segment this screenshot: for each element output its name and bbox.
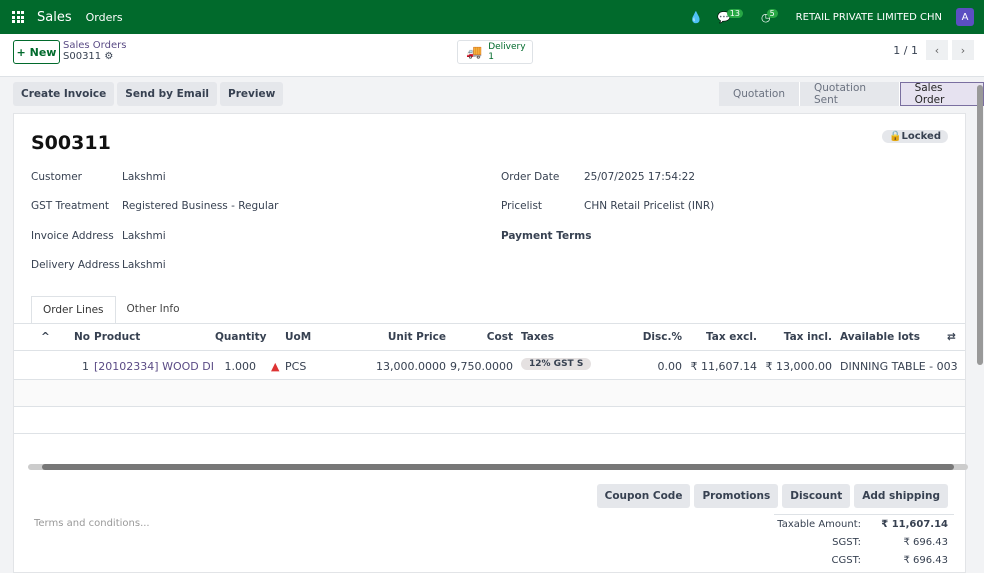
preview-button[interactable]: Preview <box>220 82 284 106</box>
chat-count: 13 <box>726 8 743 18</box>
cell-unit-price[interactable]: 13,000.0000 <box>376 360 446 373</box>
breadcrumb-current: S00311 <box>63 51 102 62</box>
table-header: ^ No Product Quantity UoM Unit Price Cos… <box>14 323 965 351</box>
activity-count: 5 <box>766 8 778 18</box>
col-taxes[interactable]: Taxes <box>521 331 554 343</box>
pager-next-button[interactable]: › <box>952 40 974 60</box>
col-unit-price[interactable]: Unit Price <box>388 331 446 343</box>
activities-button[interactable]: ◷5 <box>761 8 782 24</box>
sgst-value: ₹ 696.43 <box>903 537 948 548</box>
plus-icon: + <box>16 45 26 59</box>
form-sheet: S00311 🔒Locked Customer Lakshmi GST Trea… <box>13 113 968 573</box>
avatar[interactable]: A <box>956 8 974 26</box>
new-label: New <box>29 45 57 59</box>
delivery-address-label: Delivery Address <box>31 259 120 271</box>
cell-product[interactable]: [20102334] WOOD DI <box>94 360 214 373</box>
sgst-label: SGST: <box>832 537 861 548</box>
col-tax-incl[interactable]: Tax incl. <box>784 331 832 343</box>
order-title: S00311 <box>31 132 111 154</box>
apps-menu-icon[interactable] <box>12 11 24 23</box>
order-date-label: Order Date <box>501 171 560 183</box>
top-navbar: Sales Orders 💧 💬13 ◷5 RETAIL PRIVATE LIM… <box>0 0 984 34</box>
gear-icon[interactable]: ⚙ <box>104 51 113 62</box>
status-sales-order[interactable]: Sales Order <box>899 82 984 106</box>
col-cost[interactable]: Cost <box>487 331 513 343</box>
company-switcher[interactable]: RETAIL PRIVATE LIMITED CHN <box>796 12 942 23</box>
notebook-tabs: Order Lines Other Info <box>31 296 191 324</box>
discount-button[interactable]: Discount <box>782 484 851 508</box>
col-product[interactable]: Product <box>94 331 140 343</box>
tax-badge[interactable]: 12% GST S <box>521 358 592 370</box>
col-available-lots[interactable]: Available lots <box>840 331 920 343</box>
pricelist-label: Pricelist <box>501 200 543 212</box>
cell-disc[interactable]: 0.00 <box>658 360 683 373</box>
gst-treatment-field[interactable]: Registered Business - Regular <box>122 200 279 212</box>
delivery-count: 1 <box>488 52 494 62</box>
col-quantity[interactable]: Quantity <box>215 331 266 343</box>
payment-terms-label: Payment Terms <box>501 230 592 242</box>
delivery-label: Delivery <box>488 42 526 52</box>
pager-previous-button[interactable]: ‹ <box>926 40 948 60</box>
tab-other-info[interactable]: Other Info <box>116 296 191 324</box>
taxable-amount-value: ₹ 11,607.14 <box>881 519 948 530</box>
cell-tax-incl: ₹ 13,000.00 <box>765 360 832 373</box>
customer-field[interactable]: Lakshmi <box>122 171 166 183</box>
col-tax-excl[interactable]: Tax excl. <box>706 331 757 343</box>
table-row[interactable]: 1 [20102334] WOOD DI 1.000 ▲ PCS 13,000.… <box>14 352 965 380</box>
truck-icon: 🚚 <box>466 44 483 60</box>
send-by-email-button[interactable]: Send by Email <box>117 82 218 106</box>
status-quotation[interactable]: Quotation <box>719 82 801 106</box>
cell-cost[interactable]: 9,750.0000 <box>450 360 513 373</box>
customer-label: Customer <box>31 171 83 183</box>
collapse-icon[interactable]: ^ <box>41 331 50 343</box>
col-uom[interactable]: UoM <box>285 331 311 343</box>
order-date-field[interactable]: 25/07/2025 17:54:22 <box>584 171 695 183</box>
cell-no: 1 <box>82 360 89 373</box>
status-quotation-sent[interactable]: Quotation Sent <box>800 82 900 106</box>
cell-uom[interactable]: PCS <box>285 360 306 373</box>
add-shipping-button[interactable]: Add shipping <box>854 484 948 508</box>
app-name[interactable]: Sales <box>37 10 72 25</box>
locked-label: Locked <box>901 131 942 142</box>
messages-button[interactable]: 💬13 <box>717 8 747 24</box>
breadcrumb-sales-orders[interactable]: Sales Orders <box>63 40 126 51</box>
action-buttons: Create Invoice Send by Email Preview <box>13 82 284 106</box>
cgst-label: CGST: <box>831 555 861 566</box>
pager-value[interactable]: 1 / 1 <box>893 44 918 57</box>
cell-quantity[interactable]: 1.000 <box>225 360 257 373</box>
cgst-value: ₹ 696.43 <box>903 555 948 566</box>
invoice-address-label: Invoice Address <box>31 230 114 242</box>
create-invoice-button[interactable]: Create Invoice <box>13 82 115 106</box>
cell-available-lots[interactable]: DINNING TABLE - 003 <box>840 360 958 373</box>
menu-orders[interactable]: Orders <box>86 11 123 24</box>
promotions-button[interactable]: Promotions <box>694 484 779 508</box>
cell-tax-excl: ₹ 11,607.14 <box>690 360 757 373</box>
col-no[interactable]: No <box>74 331 90 343</box>
tab-order-lines[interactable]: Order Lines <box>31 296 116 324</box>
breadcrumb: Sales Orders S00311 ⚙ <box>63 40 126 62</box>
terms-input[interactable]: Terms and conditions... <box>34 518 150 529</box>
pricelist-field[interactable]: CHN Retail Pricelist (INR) <box>584 200 714 212</box>
debug-drop-icon[interactable]: 💧 <box>689 11 703 24</box>
forecast-chart-icon[interactable]: ▲ <box>271 360 279 373</box>
status-bar: Quotation Quotation Sent Sales Order <box>719 82 984 106</box>
horizontal-scrollbar[interactable] <box>28 464 968 470</box>
column-settings-icon[interactable]: ⇄ <box>947 331 956 343</box>
delivery-smart-button[interactable]: 🚚 Delivery 1 <box>457 40 533 64</box>
control-panel: + New Sales Orders S00311 ⚙ 🚚 Delivery 1 … <box>0 34 984 77</box>
order-line-buttons: Coupon Code Promotions Discount Add ship… <box>596 484 948 508</box>
gst-treatment-label: GST Treatment <box>31 200 109 212</box>
vertical-scrollbar[interactable] <box>977 85 983 365</box>
invoice-address-field[interactable]: Lakshmi <box>122 230 166 242</box>
locked-badge: 🔒Locked <box>882 130 948 143</box>
col-disc[interactable]: Disc.% <box>643 331 682 343</box>
pager: 1 / 1 ‹ › <box>893 40 974 60</box>
new-button[interactable]: + New <box>13 40 60 64</box>
lock-icon: 🔒 <box>889 131 902 142</box>
coupon-code-button[interactable]: Coupon Code <box>596 484 691 508</box>
delivery-address-field[interactable]: Lakshmi <box>122 259 166 271</box>
taxable-amount-label: Taxable Amount: <box>777 519 861 530</box>
